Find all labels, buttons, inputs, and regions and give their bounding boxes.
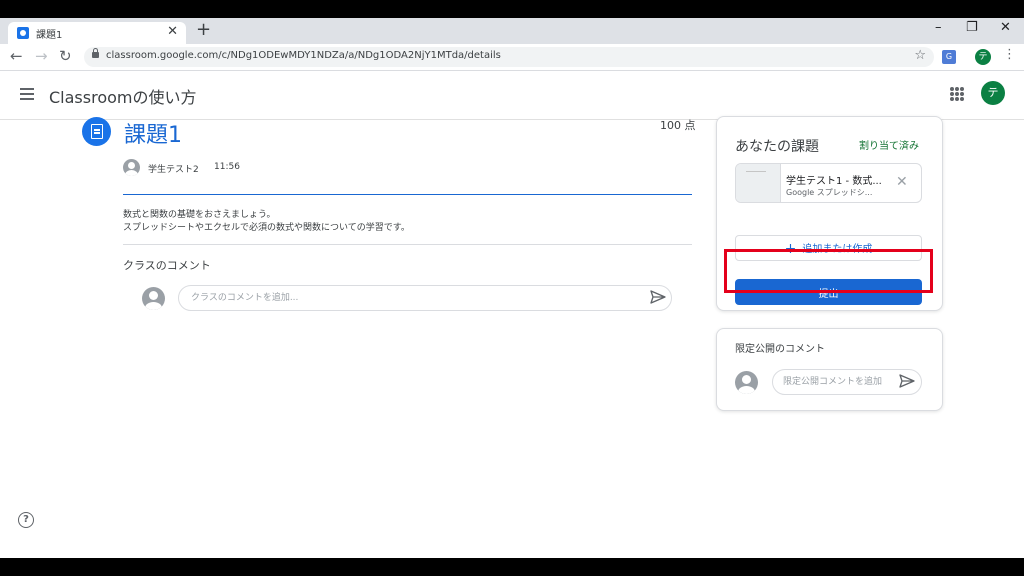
assigned-status: 割り当て済み xyxy=(859,141,919,152)
private-comments-heading: 限定公開のコメント xyxy=(735,344,825,355)
back-icon[interactable]: ← xyxy=(10,47,23,65)
assignment-title: 課題1 xyxy=(124,123,182,148)
description-line-2: スプレッドシートやエクセルで必須の数式や関数についての学習です。 xyxy=(123,223,410,233)
tab-close-icon[interactable]: ✕ xyxy=(167,24,178,39)
reload-icon[interactable]: ↻ xyxy=(59,47,72,65)
main-menu-icon[interactable] xyxy=(20,88,34,100)
browser-toolbar: ← → ↻ classroom.google.com/c/NDg1ODEwMDY… xyxy=(0,44,1024,71)
minimize-icon[interactable]: – xyxy=(935,20,942,35)
title-divider xyxy=(123,194,692,195)
translate-extension-icon[interactable]: G xyxy=(942,50,956,64)
class-comment-input[interactable] xyxy=(178,285,672,311)
bookmark-star-icon[interactable]: ☆ xyxy=(914,48,926,63)
description-divider xyxy=(123,244,692,245)
private-send-icon[interactable] xyxy=(899,374,915,388)
private-comments-card: 限定公開のコメント xyxy=(716,328,943,411)
attachment-card[interactable]: 学生テスト1 - 数式... Google スプレッドシ... ✕ xyxy=(735,163,922,203)
comment-avatar xyxy=(142,287,165,310)
class-title[interactable]: Classroomの使い方 xyxy=(49,84,197,108)
poster-name: 学生テスト2 xyxy=(148,165,199,175)
assignment-icon xyxy=(82,117,111,146)
attachment-thumbnail xyxy=(736,164,781,202)
attachment-type: Google スプレッドシ... xyxy=(786,188,873,197)
forward-icon[interactable]: → xyxy=(35,47,48,65)
send-icon[interactable] xyxy=(650,290,666,304)
browser-tab[interactable]: 課題1 ✕ xyxy=(8,22,186,44)
google-apps-icon[interactable] xyxy=(950,87,964,101)
description-line-1: 数式と関数の基礎をおさえましょう。 xyxy=(123,210,276,220)
profile-avatar[interactable]: テ xyxy=(975,49,991,65)
window-close-icon[interactable]: ✕ xyxy=(1000,20,1011,35)
class-comments-heading: クラスのコメント xyxy=(123,259,211,272)
post-time: 11:56 xyxy=(214,162,240,172)
your-work-title: あなたの課題 xyxy=(735,139,819,155)
browser-menu-icon[interactable]: ⋮ xyxy=(1003,47,1016,62)
user-avatar[interactable]: テ xyxy=(981,81,1005,105)
submit-highlight-box xyxy=(724,249,933,293)
help-icon[interactable]: ? xyxy=(18,512,34,528)
lock-icon xyxy=(92,48,99,58)
url-text: classroom.google.com/c/NDg1ODEwMDY1NDZa/… xyxy=(106,50,501,61)
tab-title: 課題1 xyxy=(36,30,63,41)
remove-attachment-icon[interactable]: ✕ xyxy=(896,174,908,190)
attachment-name: 学生テスト1 - 数式... xyxy=(786,176,882,187)
private-comment-avatar xyxy=(735,371,758,394)
address-bar[interactable]: classroom.google.com/c/NDg1ODEwMDY1NDZa/… xyxy=(84,47,934,67)
points-label: 100 点 xyxy=(660,119,696,132)
restore-icon[interactable]: ❐ xyxy=(966,20,978,35)
poster-avatar xyxy=(123,159,140,176)
classroom-favicon-icon xyxy=(17,27,29,39)
new-tab-icon[interactable]: + xyxy=(196,20,211,40)
app-bar: Classroomの使い方 テ xyxy=(0,71,1024,120)
tab-strip: 課題1 ✕ + – ❐ ✕ xyxy=(0,18,1024,44)
